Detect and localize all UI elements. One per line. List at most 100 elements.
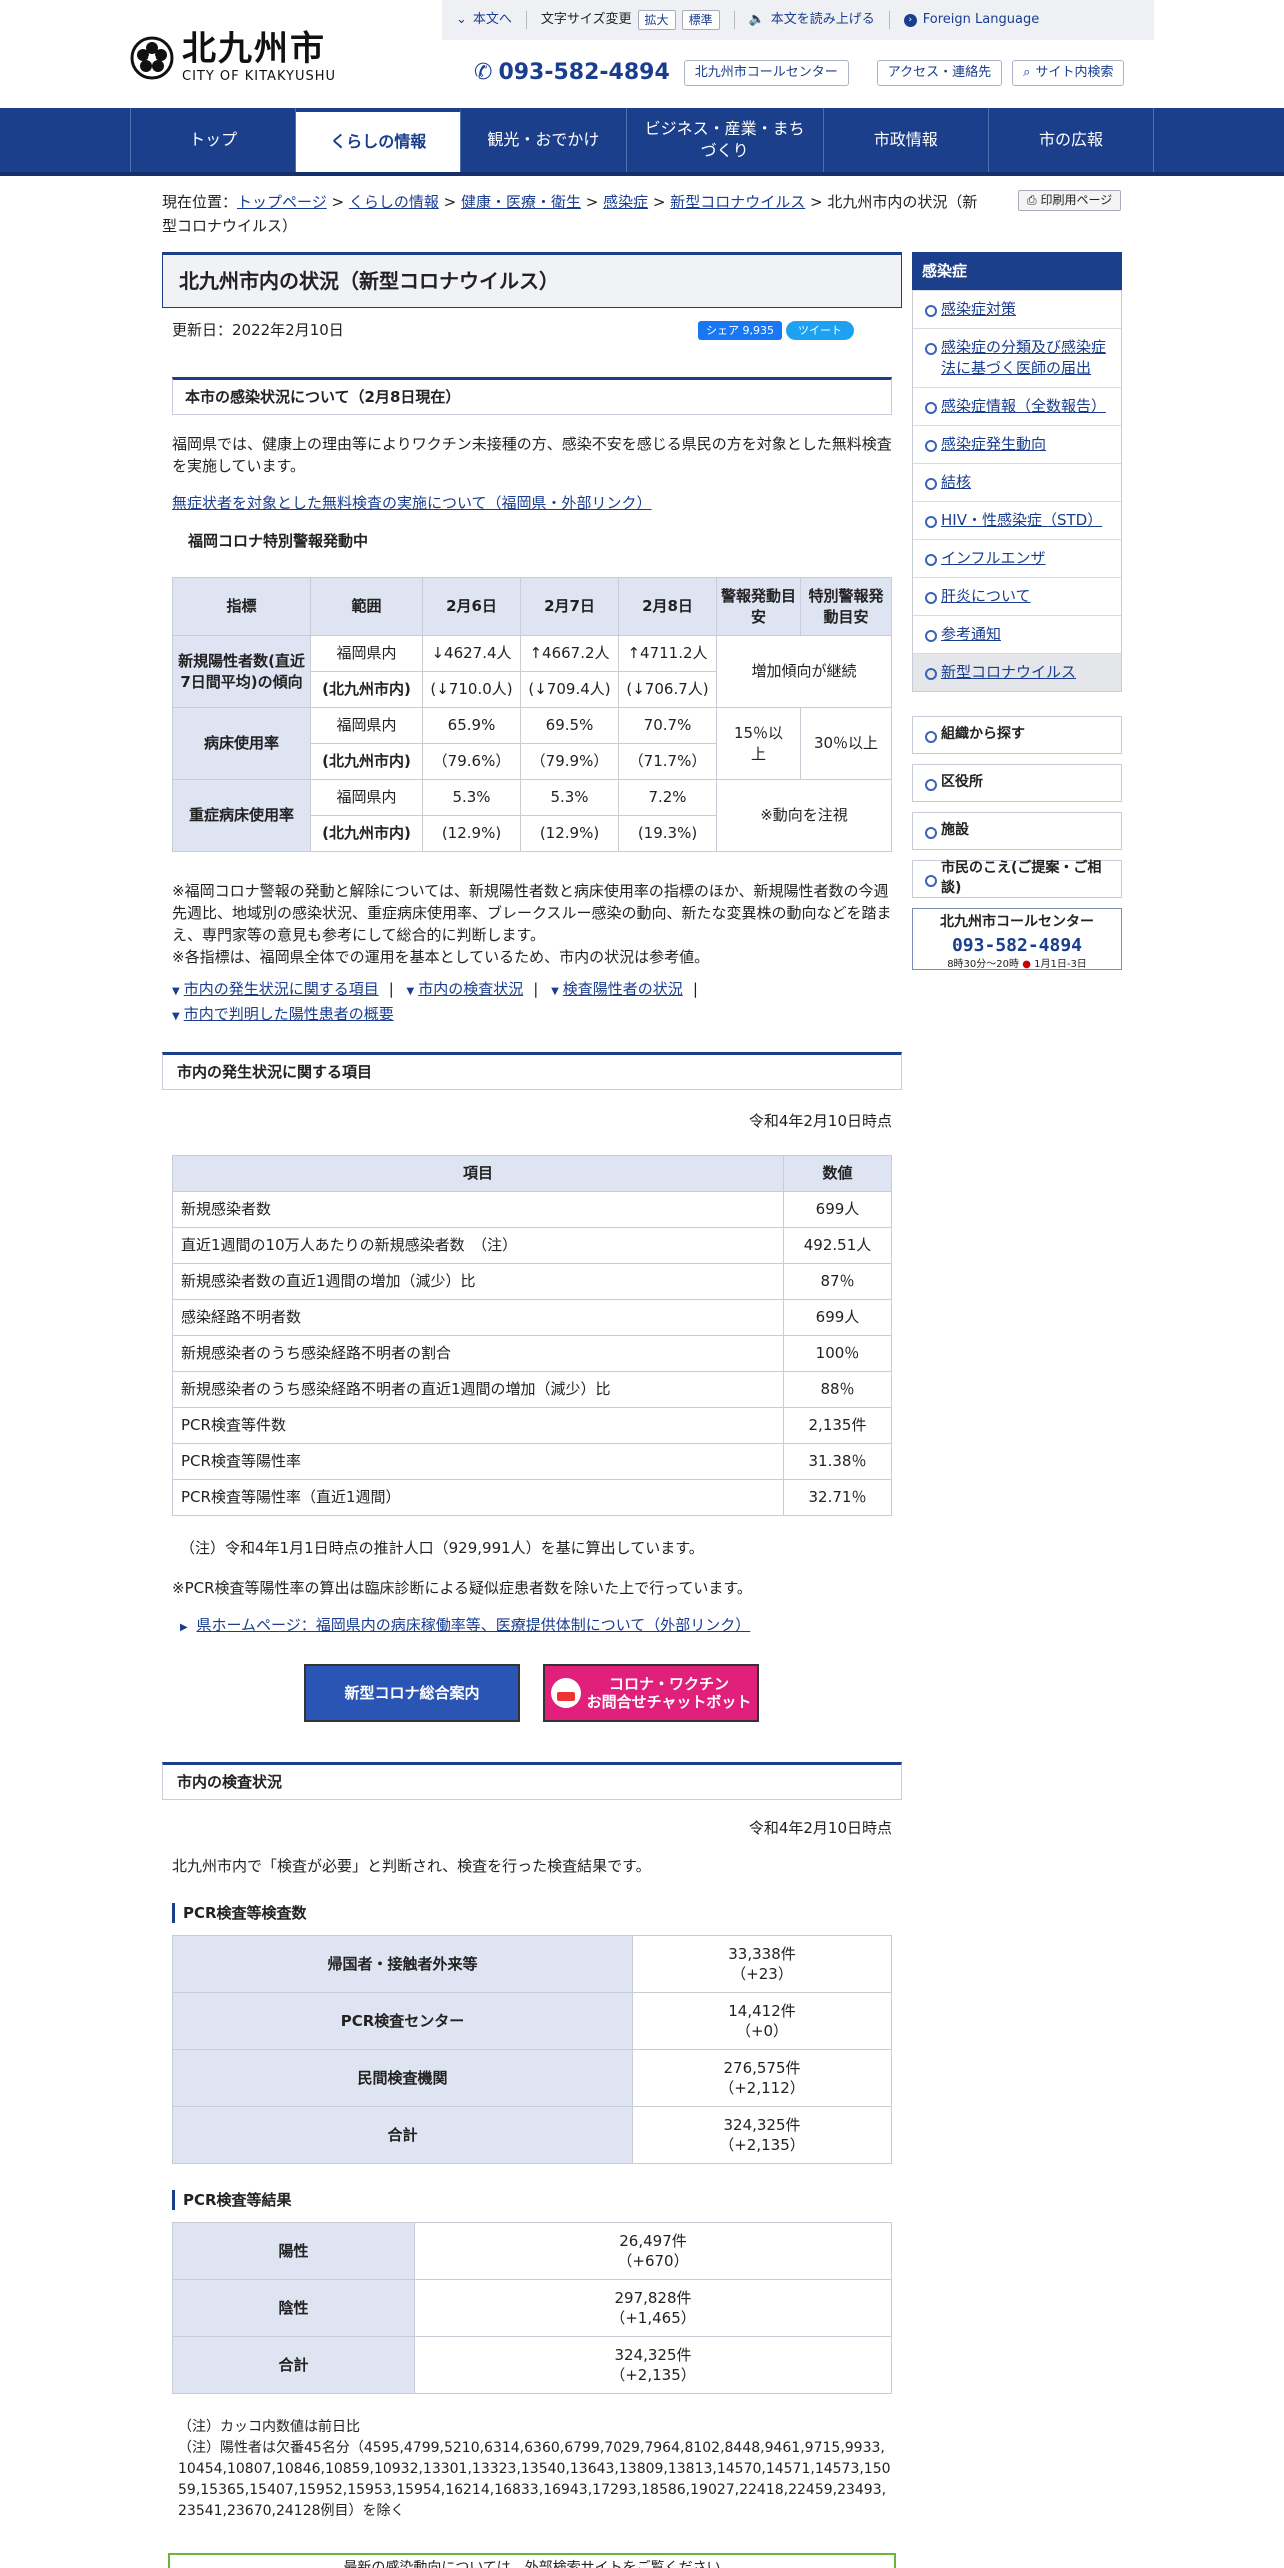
side-nav-link[interactable]: 参考通知	[941, 625, 1001, 643]
info-box: 最新の感染動向については、外部検索サイトをご覧ください	[168, 2553, 896, 2568]
skip-to-content-link[interactable]: ⌄ 本文へ	[442, 11, 526, 29]
side-nav-item[interactable]: 感染症発生動向	[913, 425, 1121, 463]
alert-cell: ※動向を注視	[716, 779, 892, 852]
row-label: 新規陽性者数(直近7日間平均)の傾向	[172, 635, 311, 708]
nav-business[interactable]: ビジネス・産業・まちづくり	[627, 108, 824, 172]
side-nav-item[interactable]: 感染症情報（全数報告）	[913, 387, 1121, 425]
site-search-label: サイト内検索	[1035, 65, 1114, 81]
count-value: 14,412件	[728, 2002, 796, 2020]
table-header: 範囲	[310, 577, 423, 636]
value-cell: 699人	[783, 1191, 892, 1228]
font-enlarge-button[interactable]: 拡大	[637, 9, 676, 31]
side-nav-link[interactable]: 結核	[941, 473, 971, 491]
side-nav-link[interactable]: 感染症対策	[941, 300, 1016, 318]
breadcrumb-link[interactable]: 感染症	[603, 193, 648, 211]
side-nav-item[interactable]: 感染症の分類及び感染症法に基づく医師の届出	[913, 328, 1121, 387]
site-logo[interactable]: 北九州市 CITY OF KITAKYUSHU	[130, 30, 336, 86]
print-label: 印刷用ページ	[1040, 193, 1113, 207]
side-nav-link[interactable]: HIV・性感染症（STD）	[941, 511, 1102, 529]
side-nav-item[interactable]: HIV・性感染症（STD）	[913, 501, 1121, 539]
side-nav-link[interactable]: 感染症の分類及び感染症法に基づく医師の届出	[941, 338, 1106, 377]
anchor-links: ▼ 市内の発生状況に関する項目 | ▼ 市内の検査状況 | ▼ 検査陽性者の状況 | ▼ 市内…	[172, 980, 698, 1023]
call-center-banner-title: 北九州市コールセンター	[940, 914, 1094, 930]
chevron-right-circle-icon: ›	[903, 13, 917, 27]
chatbot-banner[interactable]: コロナ・ワクチン お問合せチャットボット	[543, 1664, 759, 1722]
count-value: 33,338件	[728, 1945, 796, 1963]
facebook-share-button[interactable]: シェア 9,935	[698, 321, 782, 341]
table-header: 2月8日	[618, 577, 717, 636]
site-header: 北九州市 CITY OF KITAKYUSHU ⌄ 本文へ 文字サイズ変更 拡大…	[0, 0, 1284, 108]
utility-bar: ⌄ 本文へ 文字サイズ変更 拡大 標準 🔈 本文を読み上げる › Foreign…	[442, 0, 1154, 40]
global-nav: トップ くらしの情報 観光・おでかけ ビジネス・産業・まちづくり 市政情報 市の…	[0, 108, 1284, 176]
side-nav-link[interactable]: 肝炎について	[941, 587, 1031, 605]
nav-living[interactable]: くらしの情報	[296, 108, 462, 172]
table-header: 数値	[783, 1155, 892, 1192]
table-header: 2月7日	[520, 577, 619, 636]
table-header: 項目	[172, 1155, 784, 1192]
nav-public-relations[interactable]: 市の広報	[989, 108, 1155, 172]
anchor-link[interactable]: 市内で判明した陽性患者の概要	[184, 1005, 394, 1023]
note-text: （注）カッコ内数値は前日比	[178, 2419, 360, 2435]
anchor-link[interactable]: 市内の検査状況	[418, 980, 523, 998]
side-nav-item-current[interactable]: 新型コロナウイルス	[913, 653, 1121, 691]
side-nav-link[interactable]: 新型コロナウイルス	[941, 663, 1076, 681]
item-cell: 感染経路不明者数	[172, 1299, 784, 1336]
count-diff: （+0）	[735, 2022, 789, 2040]
print-page-button[interactable]: ⎙ 印刷用ページ	[1018, 190, 1122, 211]
side-nav-item[interactable]: 肝炎について	[913, 577, 1121, 615]
count-diff: （+23）	[731, 1965, 793, 1983]
call-center-banner-tel: 093-582-4894	[951, 934, 1083, 956]
triangle-down-icon: ▼	[406, 986, 415, 997]
row-label: 民間検査機関	[172, 2049, 633, 2107]
side-nav-item[interactable]: 参考通知	[913, 615, 1121, 653]
notes: （注）カッコ内数値は前日比 （注）陽性者は欠番45名分（4595,4799,52…	[178, 2417, 892, 2522]
ward-offices-button[interactable]: 区役所	[912, 764, 1122, 802]
access-contact-button[interactable]: アクセス・連絡先	[876, 60, 1003, 87]
chevron-down-icon: ⌄	[456, 11, 467, 27]
side-nav-item[interactable]: インフルエンザ	[913, 539, 1121, 577]
twitter-tweet-button[interactable]: ツイート	[786, 321, 854, 341]
site-search-button[interactable]: ⌕ サイト内検索	[1012, 60, 1125, 87]
phone-icon: ✆	[474, 60, 493, 85]
call-center-banner[interactable]: 北九州市コールセンター 093-582-4894 8時30分〜20時 ● 1月1…	[912, 908, 1122, 970]
anchor-link[interactable]: 検査陽性者の状況	[563, 980, 683, 998]
external-link[interactable]: 県ホームページ：福岡県内の病床稼働率等、医療提供体制について（外部リンク）	[196, 1616, 750, 1634]
anchor-link[interactable]: 市内の発生状況に関する項目	[184, 980, 379, 998]
hours-text: 8時30分〜20時	[947, 958, 1019, 970]
side-nav-link[interactable]: 感染症情報（全数報告）	[941, 397, 1106, 415]
row-label: 合計	[172, 2336, 415, 2394]
side-nav-link[interactable]: インフルエンザ	[941, 549, 1046, 567]
breadcrumb-link[interactable]: トップページ	[237, 193, 327, 211]
nav-city-info[interactable]: 市政情報	[824, 108, 989, 172]
nav-top[interactable]: トップ	[131, 108, 297, 172]
row-label: 帰国者・接触者外来等	[172, 1935, 633, 1993]
side-nav-link[interactable]: 感染症発生動向	[941, 435, 1046, 453]
note-text: ※各指標は、福岡県全体での運用を基本としているため、市内の状況は参考値。	[172, 948, 710, 966]
breadcrumb-link[interactable]: くらしの情報	[349, 193, 439, 211]
foreign-language-link[interactable]: › Foreign Language	[890, 11, 1053, 29]
font-size-control: 文字サイズ変更 拡大 標準	[527, 9, 734, 31]
value-cell: 276,575件 （+2,112）	[632, 2049, 892, 2107]
covid-guide-banner[interactable]: 新型コロナ総合案内	[304, 1664, 520, 1722]
range-cell: 福岡県内	[310, 635, 423, 672]
read-aloud-link[interactable]: 🔈 本文を読み上げる	[735, 11, 889, 29]
citizen-voice-button[interactable]: 市民のこえ(ご提案・ご相談)	[912, 860, 1122, 898]
find-by-organization-button[interactable]: 組織から探す	[912, 716, 1122, 754]
value-cell: (19.3%)	[618, 815, 717, 852]
row-label: PCR検査センター	[172, 1992, 633, 2050]
side-nav-item[interactable]: 結核	[913, 463, 1121, 501]
table-header: 指標	[172, 577, 311, 636]
value-cell: （79.9%）	[520, 743, 619, 780]
external-link[interactable]: 無症状者を対象とした無料検査の実施について（福岡県・外部リンク）	[172, 494, 652, 512]
facilities-button[interactable]: 施設	[912, 812, 1122, 850]
nav-tourism[interactable]: 観光・おでかけ	[461, 108, 627, 172]
breadcrumb-link[interactable]: 新型コロナウイルス	[670, 193, 805, 211]
call-center-button[interactable]: 北九州市コールセンター	[683, 60, 849, 87]
search-icon: ⌕	[1023, 65, 1031, 81]
phone-number[interactable]: ✆ 093-582-4894	[474, 58, 670, 89]
font-standard-button[interactable]: 標準	[681, 9, 720, 31]
side-nav-item[interactable]: 感染症対策	[913, 290, 1121, 328]
row-label: 陰性	[172, 2279, 415, 2337]
breadcrumb-link[interactable]: 健康・医療・衛生	[461, 193, 581, 211]
item-cell: PCR検査等件数	[172, 1407, 784, 1444]
